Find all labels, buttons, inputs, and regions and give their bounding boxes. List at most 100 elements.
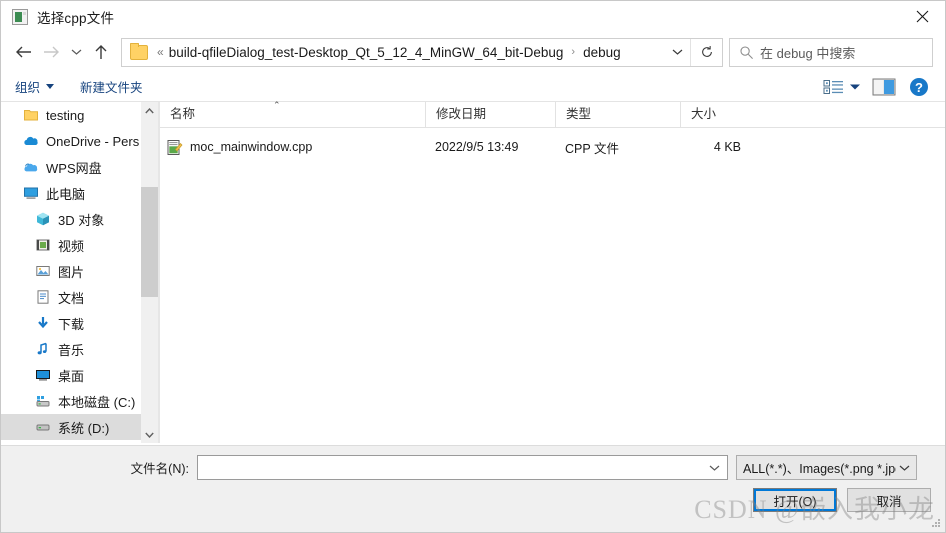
file-list-pane: 名称 ⌃ 修改日期 类型 大小 moc_mainwindow.cpp 2022/… [159, 100, 945, 443]
filename-label: 文件名(N): [130, 462, 189, 476]
close-icon [916, 10, 928, 23]
back-button[interactable] [9, 37, 37, 67]
sidebar-item-label: 桌面 [58, 368, 85, 384]
cancel-button[interactable]: 取消 [847, 488, 931, 512]
preview-pane-button[interactable] [865, 74, 903, 100]
sidebar-item-music[interactable]: 音乐 [1, 336, 141, 362]
breadcrumb-overflow[interactable]: « [154, 45, 167, 59]
file-date-cell: 2022/9/5 13:49 [435, 140, 519, 154]
sort-ascending-indicator: ⌃ [273, 100, 281, 110]
scroll-down-button[interactable] [141, 426, 158, 443]
navigation-pane: testing OneDrive - Pers WPS网盘 此电脑 3D 对象 … [1, 102, 141, 443]
new-folder-button[interactable]: 新建文件夹 [80, 77, 143, 96]
recent-locations-button[interactable] [65, 37, 87, 67]
sidebar-item-label: 视频 [58, 238, 85, 254]
refresh-button[interactable] [690, 38, 722, 66]
sidebar-item-label: 图片 [58, 264, 85, 280]
scroll-up-icon [145, 107, 154, 113]
chevron-down-icon [850, 84, 860, 89]
table-row[interactable]: moc_mainwindow.cpp 2022/9/5 13:49 CPP 文件… [160, 134, 945, 160]
file-open-dialog: 选择cpp文件 « build-qfileDialog_test-Desktop… [0, 0, 946, 533]
column-label: 大小 [691, 107, 717, 121]
folder-icon [130, 42, 148, 60]
sidebar-item-this-pc[interactable]: 此电脑 [1, 180, 141, 206]
wps-cloud-icon [23, 159, 39, 175]
forward-arrow-icon [43, 46, 59, 58]
search-icon [740, 45, 753, 59]
sidebar-scrollbar[interactable] [141, 102, 159, 443]
window-title: 选择cpp文件 [37, 10, 115, 26]
sidebar-item-label: 本地磁盘 (C:) [58, 394, 136, 410]
drive-icon [35, 419, 51, 435]
command-bar: 组织 新建文件夹 ? [1, 72, 945, 102]
recent-locations-chevron-icon [71, 49, 81, 55]
breadcrumb-item-root[interactable]: build-qfileDialog_test-Desktop_Qt_5_12_4… [167, 45, 566, 60]
3d-objects-icon [35, 211, 51, 227]
column-header-date[interactable]: 修改日期 [425, 102, 555, 127]
column-label: 名称 [170, 107, 196, 121]
navigation-bar: « build-qfileDialog_test-Desktop_Qt_5_12… [1, 32, 945, 72]
scrollbar-thumb[interactable] [141, 187, 158, 297]
sidebar-item-wps-cloud[interactable]: WPS网盘 [1, 154, 141, 180]
help-button[interactable]: ? [903, 74, 935, 100]
scroll-up-button[interactable] [141, 102, 158, 119]
view-controls: ? [823, 74, 935, 100]
folder-icon [23, 107, 39, 123]
sidebar-item-local-disk-c[interactable]: 本地磁盘 (C:) [1, 388, 141, 414]
address-bar[interactable]: « build-qfileDialog_test-Desktop_Qt_5_12… [121, 37, 723, 67]
column-header-size[interactable]: 大小 [680, 102, 763, 127]
file-type-cell: CPP 文件 [565, 141, 619, 156]
documents-icon [35, 289, 51, 305]
filename-input[interactable] [197, 455, 728, 480]
search-input[interactable]: 在 debug 中搜索 [760, 43, 855, 62]
svg-text:?: ? [915, 80, 923, 95]
open-button[interactable]: 打开(O) [753, 488, 837, 512]
sidebar-item-system-d[interactable]: 系统 (D:) [1, 414, 141, 440]
sidebar-item-onedrive[interactable]: OneDrive - Pers [1, 128, 141, 154]
sidebar-item-pictures[interactable]: 图片 [1, 258, 141, 284]
resize-grip-icon[interactable] [931, 518, 941, 528]
breadcrumb-separator: › [571, 46, 576, 58]
address-dropdown-button[interactable] [664, 39, 690, 66]
scroll-down-icon [145, 432, 154, 438]
title-bar: 选择cpp文件 [1, 1, 945, 32]
breadcrumb-item-current[interactable]: debug [581, 45, 623, 60]
file-name-label: moc_mainwindow.cpp [190, 140, 313, 154]
forward-button[interactable] [37, 37, 65, 67]
this-pc-icon [23, 185, 39, 201]
up-button[interactable] [87, 37, 115, 67]
sidebar-item-3d-objects[interactable]: 3D 对象 [1, 206, 141, 232]
sidebar-item-documents[interactable]: 文档 [1, 284, 141, 310]
filter-value: ALL(*.*)、Images(*.png *.jpg) [743, 462, 896, 476]
view-mode-dropdown[interactable] [845, 74, 865, 100]
open-button-label: 打开(O) [773, 494, 817, 509]
sidebar-item-downloads[interactable]: 下载 [1, 310, 141, 336]
dialog-footer: 文件名(N): ALL(*.*)、Images(*.png *.jpg) 打开(… [1, 445, 945, 532]
sidebar-item-videos[interactable]: 视频 [1, 232, 141, 258]
organize-button[interactable]: 组织 [15, 77, 55, 96]
column-header-type[interactable]: 类型 [555, 102, 680, 127]
sidebar-item-label: 音乐 [58, 342, 85, 358]
column-header-name[interactable]: 名称 ⌃ [160, 100, 425, 127]
sidebar-item-label: OneDrive - Pers [46, 133, 140, 149]
chevron-down-icon[interactable] [709, 464, 720, 472]
chevron-down-icon [899, 465, 910, 471]
sidebar-item-testing[interactable]: testing [1, 102, 141, 128]
local-disk-icon [35, 393, 51, 409]
sidebar-item-software-e[interactable]: 软件 (E:) [1, 440, 141, 443]
file-type-filter[interactable]: ALL(*.*)、Images(*.png *.jpg) [736, 455, 917, 480]
onedrive-icon [23, 133, 39, 149]
search-box[interactable]: 在 debug 中搜索 [729, 37, 933, 67]
pictures-icon [35, 263, 51, 279]
dialog-buttons: 打开(O) 取消 [1, 488, 945, 512]
back-arrow-icon [15, 46, 31, 58]
music-icon [35, 341, 51, 357]
view-mode-button[interactable] [823, 74, 845, 100]
cpp-file-icon [166, 139, 183, 156]
close-button[interactable] [899, 1, 945, 32]
cancel-button-label: 取消 [876, 494, 902, 509]
sidebar-item-label: testing [46, 107, 85, 123]
file-size-cell: 4 KB [713, 140, 741, 154]
sidebar-item-desktop[interactable]: 桌面 [1, 362, 141, 388]
list-view-icon [823, 79, 843, 94]
